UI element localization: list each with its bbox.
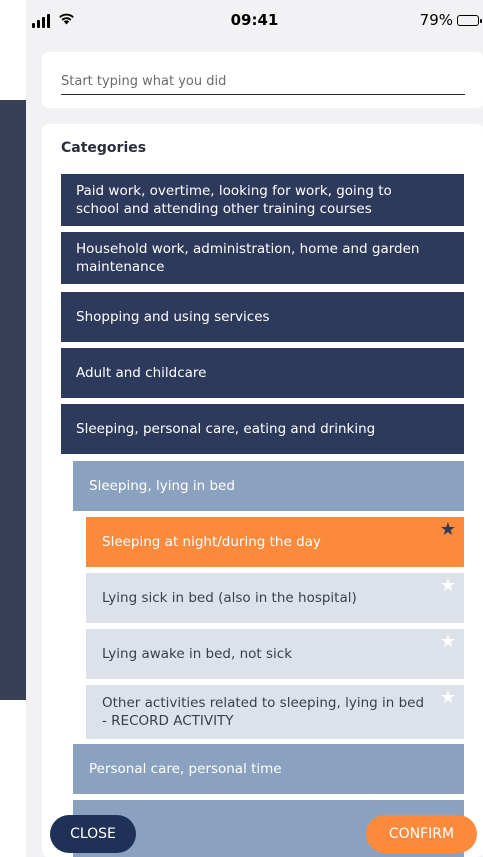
battery-percent: 79%	[419, 11, 453, 29]
category-row-label: Adult and childcare	[76, 365, 207, 381]
close-button[interactable]: CLOSE	[50, 815, 136, 853]
status-right: 79%	[419, 11, 482, 29]
category-row[interactable]: Sleeping, personal care, eating and drin…	[61, 404, 464, 454]
category-row[interactable]: Sleeping at night/during the day ★	[86, 517, 464, 567]
app-screen: 09:41 79% Categories Paid work, overtime…	[0, 0, 483, 857]
star-outline-icon[interactable]: ★	[440, 577, 456, 595]
category-row-label: Shopping and using services	[76, 309, 270, 325]
category-row-label: Sleeping at night/during the day	[102, 534, 321, 550]
category-row[interactable]: Household work, administration, home and…	[61, 232, 464, 284]
category-row-label: Paid work, overtime, looking for work, g…	[76, 183, 392, 217]
background-side-panel	[0, 100, 26, 700]
category-row-label: Other activities related to sleeping, ly…	[102, 695, 425, 729]
category-row-label: Sleeping, personal care, eating and drin…	[76, 421, 376, 437]
category-row-label: Household work, administration, home and…	[76, 241, 420, 275]
battery-tip	[480, 18, 482, 23]
battery-icon	[457, 14, 482, 26]
star-outline-icon[interactable]: ★	[440, 633, 456, 651]
categories-heading: Categories	[61, 140, 147, 156]
status-bar: 09:41 79%	[26, 0, 483, 44]
categories-card[interactable]: Categories Paid work, overtime, looking …	[42, 124, 483, 857]
confirm-button[interactable]: CONFIRM	[366, 815, 477, 853]
category-row[interactable]: Paid work, overtime, looking for work, g…	[61, 174, 464, 226]
star-outline-icon[interactable]: ★	[440, 689, 456, 707]
category-row[interactable]: Shopping and using services	[61, 292, 464, 342]
category-row[interactable]: Lying sick in bed (also in the hospital)…	[86, 573, 464, 623]
category-row[interactable]: Lying awake in bed, not sick ★	[86, 629, 464, 679]
status-time: 09:41	[230, 11, 279, 29]
category-row-label: Sleeping, lying in bed	[89, 478, 235, 494]
search-card	[42, 52, 483, 108]
category-row-label: Personal care, personal time	[89, 761, 282, 777]
star-filled-icon[interactable]: ★	[440, 521, 456, 539]
category-row-label: Lying awake in bed, not sick	[102, 646, 293, 662]
category-row-label: Lying sick in bed (also in the hospital)	[102, 590, 357, 606]
category-row[interactable]: Adult and childcare	[61, 348, 464, 398]
category-row[interactable]: Sleeping, lying in bed	[73, 461, 464, 511]
activity-search-input[interactable]	[61, 70, 465, 95]
category-row[interactable]: Other activities related to sleeping, ly…	[86, 685, 464, 739]
category-row[interactable]: Personal care, personal time	[73, 744, 464, 794]
